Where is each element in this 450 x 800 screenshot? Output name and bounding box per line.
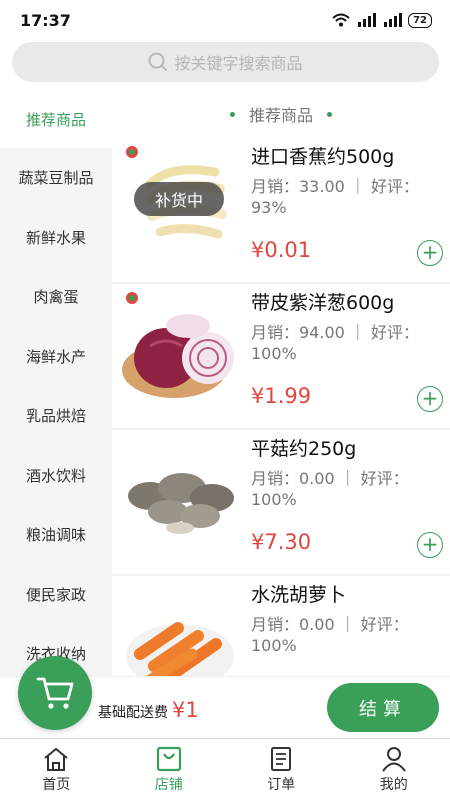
product-name: 水洗胡萝卜	[251, 584, 347, 606]
clock: 17:37	[20, 10, 71, 30]
battery-indicator: 72	[408, 12, 432, 28]
tab-label: 店铺	[154, 776, 183, 793]
add-to-cart-button[interactable]: +	[417, 532, 443, 558]
tab-orders[interactable]: 订单	[225, 739, 338, 800]
category-sidebar: 推荐商品 蔬菜豆制品 新鲜水果 肉禽蛋 海鲜水产 乳品烘焙 酒水饮料 粮油调味 …	[0, 90, 112, 676]
sidebar-item-label: 便民家政	[25, 585, 86, 604]
product-price: ¥0.01	[251, 238, 312, 262]
search-bar[interactable]: 按关键字搜索商品	[12, 42, 439, 82]
section-title: 推荐商品	[112, 90, 450, 138]
cart-button[interactable]	[18, 656, 92, 730]
sidebar-item-grain-oil[interactable]: 粮油调味	[0, 505, 112, 565]
sidebar-item-label: 蔬菜豆制品	[18, 169, 94, 188]
product-item[interactable]: 水洗胡萝卜 月销：0.00 ｜ 好评：100%	[112, 576, 450, 676]
sidebar-item-drinks[interactable]: 酒水饮料	[0, 446, 112, 506]
profile-icon	[381, 746, 406, 772]
status-icons: 72	[332, 12, 432, 28]
mushroom-image	[128, 473, 234, 534]
product-list: 推荐商品 补货中 进口香蕉约500g 月销：33.00 ｜ 好评：93% ¥0.…	[112, 90, 450, 676]
product-price: ¥1.99	[251, 384, 312, 408]
search-placeholder: 按关键字搜索商品	[174, 54, 303, 73]
section-title-text: 推荐商品	[248, 106, 313, 125]
product-meta: 月销：0.00 ｜ 好评：100%	[251, 469, 409, 509]
product-price: ¥7.30	[251, 530, 312, 554]
product-name: 平菇约250g	[251, 438, 357, 460]
tab-label: 订单	[267, 776, 296, 793]
restock-badge: 补货中	[134, 182, 224, 216]
product-item[interactable]: 平菇约250g 月销：0.00 ｜ 好评：100% ¥7.30 +	[112, 430, 450, 576]
carrot-image	[126, 622, 234, 676]
sidebar-item-label: 粮油调味	[25, 526, 86, 545]
sidebar-item-recommended[interactable]: 推荐商品	[0, 90, 112, 148]
checkout-button[interactable]: 结算	[327, 683, 439, 732]
signal-icon-2	[384, 13, 403, 27]
sidebar-item-vegetables[interactable]: 蔬菜豆制品	[0, 148, 112, 208]
sidebar-item-dairy[interactable]: 乳品烘焙	[0, 386, 112, 446]
tab-label: 首页	[42, 776, 71, 793]
product-meta: 月销：94.00 ｜ 好评：100%	[251, 323, 419, 363]
orders-icon	[271, 746, 292, 771]
product-item[interactable]: 补货中 进口香蕉约500g 月销：33.00 ｜ 好评：93% ¥0.01 +	[112, 138, 450, 284]
delivery-fee-label: 基础配送费	[98, 705, 168, 721]
product-meta: 月销：33.00 ｜ 好评：93%	[251, 177, 419, 217]
sidebar-item-label: 海鲜水产	[25, 347, 86, 366]
tab-shop[interactable]: 店铺	[113, 739, 226, 800]
add-to-cart-button[interactable]: +	[417, 386, 443, 412]
sidebar-item-services[interactable]: 便民家政	[0, 565, 112, 625]
delivery-fee-value: ¥1	[172, 698, 199, 722]
tab-profile[interactable]: 我的	[338, 739, 450, 800]
sidebar-item-label: 推荐商品	[25, 110, 86, 129]
sidebar-item-fruits[interactable]: 新鲜水果	[0, 208, 112, 268]
add-to-cart-button[interactable]: +	[417, 240, 443, 266]
product-name: 进口香蕉约500g	[251, 146, 395, 168]
sidebar-item-seafood[interactable]: 海鲜水产	[0, 327, 112, 387]
search-icon	[149, 52, 168, 72]
product-meta: 月销：0.00 ｜ 好评：100%	[251, 615, 409, 655]
product-name: 带皮紫洋葱600g	[251, 292, 395, 314]
signal-icon-1	[358, 13, 377, 27]
product-item[interactable]: 带皮紫洋葱600g 月销：94.00 ｜ 好评：100% ¥1.99 +	[112, 284, 450, 430]
wifi-icon	[332, 13, 350, 27]
sidebar-item-label: 酒水饮料	[25, 466, 86, 485]
brand-logo-icon	[126, 146, 138, 158]
delivery-fee-info: 基础配送费 ¥1	[98, 698, 199, 722]
tab-home[interactable]: 首页	[0, 739, 113, 800]
dot-icon	[229, 111, 235, 117]
onion-image	[122, 314, 234, 398]
status-bar: 17:37 72	[0, 0, 450, 40]
tab-label: 我的	[379, 776, 408, 793]
sidebar-item-label: 肉禽蛋	[33, 288, 79, 307]
dot-icon	[327, 111, 332, 117]
bottom-tab-bar: 首页 店铺 订单 我的	[0, 738, 450, 800]
cart-icon	[36, 677, 74, 709]
brand-logo-icon	[126, 292, 138, 304]
shop-icon	[156, 746, 181, 771]
sidebar-item-label: 新鲜水果	[25, 228, 86, 247]
sidebar-item-meat[interactable]: 肉禽蛋	[0, 267, 112, 327]
sidebar-item-label: 乳品烘焙	[25, 407, 86, 426]
home-icon	[44, 747, 68, 771]
